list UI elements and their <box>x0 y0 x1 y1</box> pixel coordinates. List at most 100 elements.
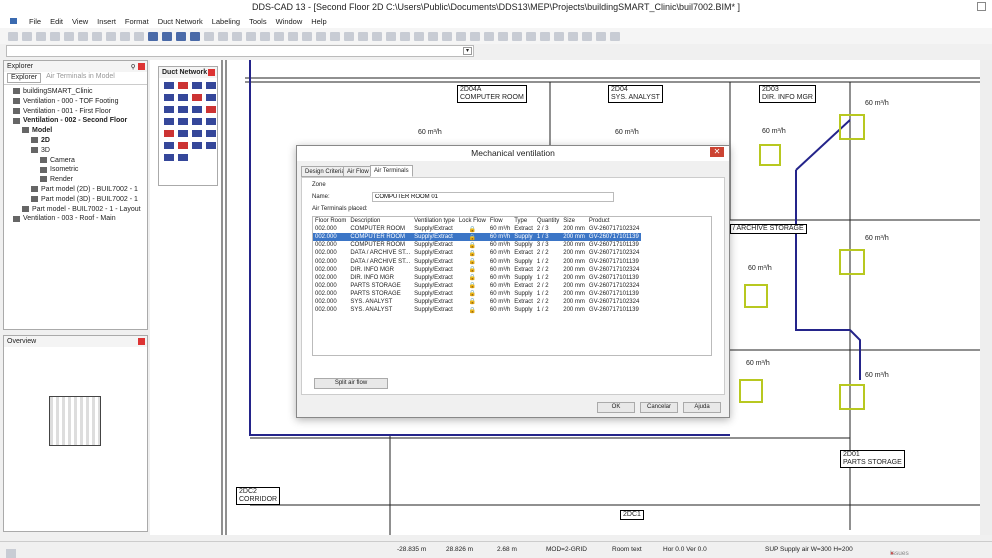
window-control-icon[interactable] <box>977 2 986 11</box>
toolbar-button-icon[interactable] <box>372 31 382 41</box>
column-header[interactable]: Size <box>561 217 587 225</box>
duct-tool-icon[interactable] <box>164 154 174 161</box>
duct-tool-icon[interactable] <box>206 94 216 101</box>
toolbar-button-icon[interactable] <box>456 31 466 41</box>
duct-tool-icon[interactable] <box>206 106 216 113</box>
toolbar-button-icon[interactable] <box>512 31 522 41</box>
duct-tool-icon[interactable] <box>164 94 174 101</box>
tree-item[interactable]: 3D <box>4 146 147 156</box>
toolbar-button-icon[interactable] <box>204 31 214 41</box>
toolbar-button-icon[interactable] <box>246 31 256 41</box>
close-icon[interactable] <box>138 63 145 70</box>
column-header[interactable]: Ventilation type <box>412 217 457 225</box>
tree-item[interactable]: Part model (2D) - BUIL7002 - 1 <box>4 185 147 195</box>
toolbar-button-icon[interactable] <box>316 31 326 41</box>
lock-icon[interactable]: 🔒 <box>456 233 488 242</box>
table-row[interactable]: 002.000 DATA / ARCHIVE ST... Supply/Extrac… <box>313 257 641 266</box>
table-row[interactable]: 002.000 DATA / ARCHIVE ST... Supply/Extrac… <box>313 249 641 257</box>
toolbar-button-icon[interactable] <box>568 31 578 41</box>
table-row[interactable]: 002.000 COMPUTER ROOM Supply/Extract 🔒 60 m³… <box>313 233 642 242</box>
tree-item[interactable]: Ventilation - 002 - Second Floor <box>4 116 147 126</box>
toolbar-button-icon[interactable] <box>274 31 284 41</box>
duct-tool-icon[interactable] <box>178 82 188 89</box>
column-header[interactable]: Product <box>587 217 641 225</box>
menu-edit[interactable]: Edit <box>50 17 63 26</box>
status-layer[interactable]: SUP Supply air W=300 H=200 <box>765 546 853 553</box>
duct-tool-icon[interactable] <box>178 154 188 161</box>
tab-explorer[interactable]: Explorer <box>7 73 42 83</box>
menu-insert[interactable]: Insert <box>97 17 116 26</box>
toolbar-button-icon[interactable] <box>498 31 508 41</box>
duct-tool-icon[interactable] <box>192 94 202 101</box>
tree-item[interactable]: Ventilation - 000 - TOF Footing <box>4 97 147 107</box>
toolbar-button-icon[interactable] <box>386 31 396 41</box>
toolbar-button-icon[interactable] <box>428 31 438 41</box>
toolbar-button-icon[interactable] <box>106 31 116 41</box>
lock-icon[interactable]: 🔒 <box>457 257 488 265</box>
menu-window[interactable]: Window <box>276 17 303 26</box>
toolbar-button-icon[interactable] <box>148 31 158 41</box>
toolbar-button-icon[interactable] <box>582 31 592 41</box>
column-header[interactable]: Floor Room <box>313 217 348 225</box>
duct-tool-icon[interactable] <box>178 106 188 113</box>
duct-tool-icon[interactable] <box>206 142 216 149</box>
table-row[interactable]: 002.000 PARTS STORAGE Supply/Extract 🔒 60 m³… <box>313 290 641 298</box>
lock-icon[interactable]: 🔒 <box>457 274 488 282</box>
toolbar-button-icon[interactable] <box>176 31 186 41</box>
table-row[interactable]: 002.000 SYS. ANALYST Supply/Extract 🔒 60 m³/… <box>313 298 641 306</box>
toolbar-button-icon[interactable] <box>134 31 144 41</box>
table-row[interactable]: 002.000 SYS. ANALYST Supply/Extract 🔒 60 m³/… <box>313 306 641 314</box>
toolbar-button-icon[interactable] <box>36 31 46 41</box>
status-snap[interactable]: Room text <box>612 546 642 553</box>
app-menu-icon[interactable] <box>10 18 17 24</box>
table-row[interactable]: 002.000 DIR. INFO MGR Supply/Extract 🔒 60 m³… <box>313 274 641 282</box>
duct-tool-icon[interactable] <box>192 118 202 125</box>
tree-item[interactable]: buildingSMART_Clinic <box>4 87 147 97</box>
column-header[interactable]: Flow <box>488 217 512 225</box>
column-header[interactable]: Lock Flow <box>457 217 488 225</box>
close-icon[interactable] <box>208 69 215 76</box>
tab-air-terminals[interactable]: Air Terminals in Model <box>43 73 118 83</box>
tab-air-flow[interactable]: Air Flow <box>343 166 373 177</box>
menu-file[interactable]: File <box>29 17 41 26</box>
command-combo[interactable]: ▾ <box>6 45 474 57</box>
duct-tool-icon[interactable] <box>164 106 174 113</box>
lock-icon[interactable]: 🔒 <box>457 282 488 290</box>
overview-thumbnail[interactable] <box>49 396 101 446</box>
lock-icon[interactable]: 🔒 <box>457 298 488 306</box>
toolbar-button-icon[interactable] <box>120 31 130 41</box>
toolbar-button-icon[interactable] <box>50 31 60 41</box>
duct-tool-icon[interactable] <box>164 118 174 125</box>
tab-air-terminals[interactable]: Air Terminals <box>370 165 413 177</box>
table-row[interactable]: 002.000 DIR. INFO MGR Supply/Extract 🔒 60 m³… <box>313 266 641 274</box>
toolbar-button-icon[interactable] <box>260 31 270 41</box>
duct-tool-icon[interactable] <box>192 106 202 113</box>
duct-tool-icon[interactable] <box>192 82 202 89</box>
tree-item[interactable]: Part model - BUIL7002 - 1 - Layout <box>4 205 147 215</box>
tree-item[interactable]: Ventilation - 003 - Roof - Main <box>4 214 147 224</box>
lock-icon[interactable]: 🔒 <box>457 266 488 274</box>
menu-view[interactable]: View <box>72 17 88 26</box>
duct-tool-icon[interactable] <box>178 94 188 101</box>
tree-item[interactable]: Part model (3D) - BUIL7002 - 1 <box>4 195 147 205</box>
close-icon[interactable] <box>138 338 145 345</box>
tree-item[interactable]: Render <box>4 175 147 185</box>
duct-tool-icon[interactable] <box>206 130 216 137</box>
duct-tool-icon[interactable] <box>192 130 202 137</box>
close-button[interactable]: ✕ <box>710 147 724 157</box>
toolbar-button-icon[interactable] <box>414 31 424 41</box>
toolbar-button-icon[interactable] <box>400 31 410 41</box>
menu-duct-network[interactable]: Duct Network <box>158 17 203 26</box>
toolbar-button-icon[interactable] <box>540 31 550 41</box>
duct-tool-icon[interactable] <box>206 82 216 89</box>
lock-icon[interactable]: 🔒 <box>457 306 488 314</box>
status-mode[interactable]: MOD=2-GRID <box>546 546 587 553</box>
toolbar-button-icon[interactable] <box>78 31 88 41</box>
toolbar-button-icon[interactable] <box>8 31 18 41</box>
toolbar-button-icon[interactable] <box>64 31 74 41</box>
lock-icon[interactable]: 🔒 <box>457 249 488 257</box>
duct-tool-icon[interactable] <box>164 82 174 89</box>
toolbar-button-icon[interactable] <box>442 31 452 41</box>
toolbar-button-icon[interactable] <box>22 31 32 41</box>
help-button[interactable]: Ajuda <box>683 402 721 413</box>
